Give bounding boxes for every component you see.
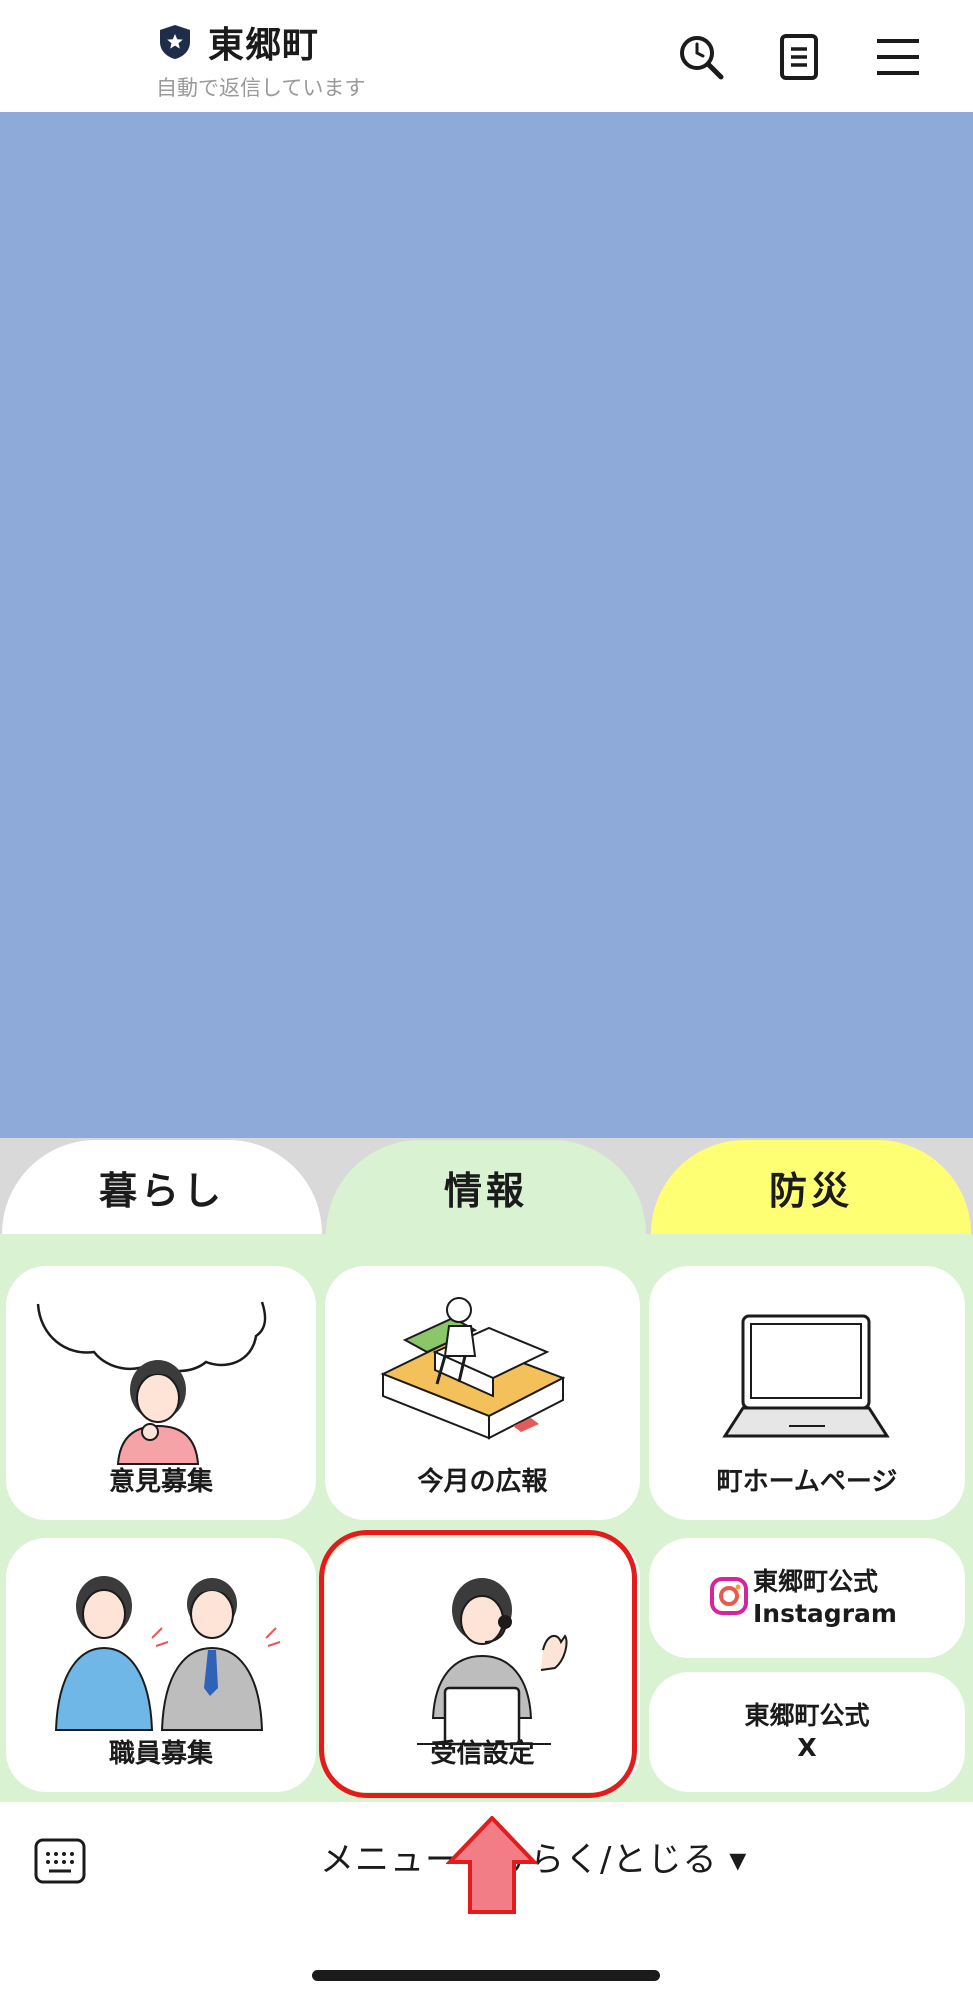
bottom-bar: メニューをひらく/とじる ▾ — [0, 1802, 973, 2000]
koho-label: 今月の広報 — [417, 1467, 548, 1497]
highlight-frame — [319, 1530, 637, 1798]
instagram-label-line2: Instagram — [753, 1599, 897, 1628]
tab-kurashi[interactable]: 暮らし — [2, 1140, 322, 1234]
instagram-label-line1: 東郷町公式 — [753, 1567, 879, 1596]
opinion-tile[interactable]: 意見募集 — [6, 1266, 316, 1520]
x-label-line2: X — [797, 1733, 817, 1762]
auto-reply-status: 自動で返信しています — [156, 76, 366, 100]
menu-icon[interactable] — [873, 32, 923, 82]
homepage-tile[interactable]: 町ホームページ — [649, 1266, 965, 1520]
chat-area[interactable] — [0, 112, 973, 1138]
search-icon[interactable] — [676, 32, 726, 82]
tab-bousai[interactable]: 防災 — [651, 1140, 971, 1234]
staff-recruit-tile[interactable]: 職員募集 — [6, 1538, 316, 1792]
home-indicator — [312, 1970, 660, 1981]
x-tile[interactable]: 東郷町公式 X — [649, 1672, 965, 1792]
instagram-icon — [710, 1577, 748, 1615]
instagram-tile[interactable]: 東郷町公式 Instagram — [649, 1538, 965, 1658]
shield-icon — [160, 25, 190, 59]
chat-header: 東郷町 自動で返信しています — [0, 0, 973, 110]
menu-tab-bar: 暮らし 情報 防災 — [0, 1138, 973, 1234]
opinion-label: 意見募集 — [108, 1467, 213, 1497]
tab-joho[interactable]: 情報 — [326, 1140, 646, 1234]
note-icon[interactable] — [775, 32, 825, 82]
staff-recruit-label: 職員募集 — [108, 1739, 213, 1769]
homepage-label: 町ホームページ — [716, 1467, 898, 1497]
keyboard-icon[interactable] — [34, 1838, 86, 1884]
arrow-up-icon — [446, 1816, 538, 1914]
koho-tile[interactable]: 今月の広報 — [325, 1266, 640, 1520]
account-name: 東郷町 — [208, 25, 320, 66]
x-label-line1: 東郷町公式 — [744, 1701, 870, 1730]
